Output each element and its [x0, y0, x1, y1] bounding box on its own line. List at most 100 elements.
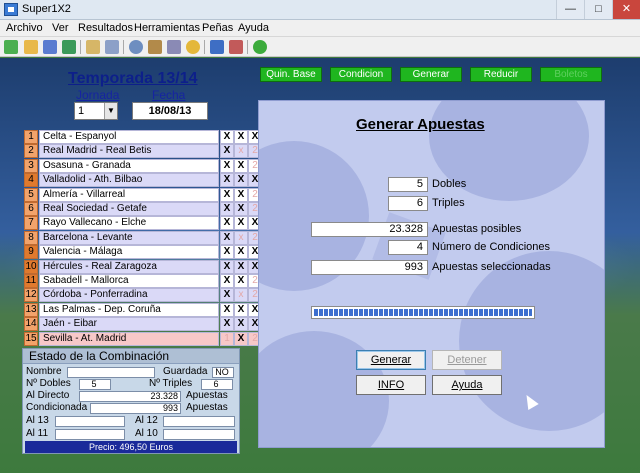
match-name: Sevilla - At. Madrid — [39, 331, 219, 346]
pick-1[interactable]: X — [220, 317, 234, 332]
pick-x[interactable]: X — [234, 245, 248, 260]
jornada-value: 1 — [78, 105, 85, 117]
match-number: 13 — [24, 302, 38, 317]
pick-x[interactable]: x — [234, 230, 248, 245]
pick-x[interactable]: X — [234, 173, 248, 188]
pick-1[interactable]: X — [220, 230, 234, 245]
match-number: 3 — [24, 158, 38, 173]
chart-icon[interactable] — [210, 40, 224, 54]
help-icon[interactable] — [253, 40, 267, 54]
pick-1[interactable]: X — [220, 302, 234, 317]
new-icon[interactable] — [4, 40, 18, 54]
table-row: 8 Barcelona - Levante Xx 2 — [24, 230, 262, 245]
match-name: Almería - Villarreal — [39, 187, 219, 202]
pick-x[interactable]: x — [234, 288, 248, 303]
pick-1[interactable]: X — [220, 202, 234, 216]
search-icon[interactable] — [105, 40, 119, 54]
app-icon — [4, 3, 18, 16]
detener-button[interactable]: Detener — [432, 350, 502, 370]
table-row: 4 Valladolid - Ath. Bilbao X X X — [24, 173, 262, 188]
pick-1[interactable]: X — [220, 259, 234, 274]
table-row: 7 Rayo Vallecano - Elche X X X — [24, 216, 262, 231]
match-number: 6 — [24, 202, 38, 216]
menu-ver[interactable]: Ver — [52, 22, 69, 34]
directo-field: 23.328 — [79, 391, 181, 402]
condicion-button[interactable]: Condicion — [330, 67, 392, 82]
save-icon[interactable] — [43, 40, 57, 54]
coins-icon[interactable] — [186, 40, 200, 54]
nombre-field[interactable] — [67, 367, 155, 378]
pick-x[interactable]: X — [234, 202, 248, 216]
minimize-button[interactable]: — — [556, 0, 584, 19]
al11-label: Al 11 — [26, 428, 49, 439]
pick-x[interactable]: X — [234, 302, 248, 317]
match-number: 11 — [24, 274, 38, 288]
menu-herramientas[interactable]: Herramientas — [134, 22, 200, 34]
menu-ayuda[interactable]: Ayuda — [238, 22, 269, 34]
generar-tab-button[interactable]: Generar — [400, 67, 462, 82]
pick-1[interactable]: X — [220, 144, 234, 159]
combination-panel: Estado de la Combinación Nombre Guardada… — [22, 348, 240, 454]
al11-field — [55, 429, 125, 440]
table-row: 1 Celta - Espanyol X X X — [24, 130, 262, 144]
open-icon[interactable] — [24, 40, 38, 54]
condiciones-label: Número de Condiciones — [432, 241, 551, 253]
list-icon[interactable] — [167, 40, 181, 54]
menu-penas[interactable]: Peñas — [202, 22, 233, 34]
window-title: Super1X2 — [22, 3, 71, 15]
toolbar-separator — [123, 40, 124, 54]
notes-icon[interactable] — [86, 40, 100, 54]
pick-1[interactable]: X — [220, 187, 234, 202]
pick-1[interactable]: X — [220, 288, 234, 303]
table-row: 11 Sabadell - Mallorca X X 2 — [24, 274, 262, 288]
ayuda-button[interactable]: Ayuda — [432, 375, 502, 395]
pick-1[interactable]: X — [220, 173, 234, 188]
match-name: Valencia - Málaga — [39, 245, 219, 260]
generar-button[interactable]: Generar — [356, 350, 426, 370]
pick-x[interactable]: X — [234, 187, 248, 202]
match-number: 7 — [24, 216, 38, 231]
table-row: 2 Real Madrid - Real Betis Xx 2 — [24, 144, 262, 159]
pick-x[interactable]: X — [234, 317, 248, 332]
pick-x[interactable]: X — [234, 158, 248, 173]
pick-1[interactable]: X — [220, 245, 234, 260]
jornada-select[interactable]: 1 ▼ — [74, 102, 118, 120]
fecha-label: Fecha — [152, 88, 186, 102]
condiciones-field: 4 — [388, 240, 428, 255]
pick-x[interactable]: X — [234, 259, 248, 274]
pick-1[interactable]: X — [220, 130, 234, 144]
pick-x[interactable]: x — [234, 144, 248, 159]
info-button-label: INFO — [377, 379, 405, 391]
export-icon[interactable] — [62, 40, 76, 54]
maximize-button[interactable]: □ — [584, 0, 612, 19]
printer-icon[interactable] — [229, 40, 243, 54]
pick-x[interactable]: X — [234, 216, 248, 231]
pick-1[interactable]: X — [220, 158, 234, 173]
pick-1[interactable]: 1 — [220, 331, 234, 346]
fecha-field[interactable]: 18/08/13 — [132, 102, 208, 120]
globe-icon[interactable] — [129, 40, 143, 54]
triples-label: Nº Triples — [149, 378, 193, 389]
boletos-button[interactable]: Boletos — [540, 67, 602, 82]
progress-bar — [311, 306, 535, 319]
generate-panel: Generar Apuestas 5 Dobles 6 Triples 23.3… — [258, 100, 605, 448]
edit-icon[interactable] — [148, 40, 162, 54]
close-button[interactable]: ✕ — [612, 0, 640, 19]
al10-field — [163, 429, 235, 440]
pick-x[interactable]: X — [234, 331, 248, 346]
table-row: 12 Córdoba - Ponferradina Xx 2 — [24, 288, 262, 303]
reducir-button[interactable]: Reducir — [470, 67, 532, 82]
chevron-down-icon[interactable]: ▼ — [104, 103, 117, 119]
menu-resultados[interactable]: Resultados — [78, 22, 133, 34]
menu-archivo[interactable]: Archivo — [6, 22, 43, 34]
pick-x[interactable]: X — [234, 274, 248, 288]
pick-x[interactable]: X — [234, 130, 248, 144]
match-name: Sabadell - Mallorca — [39, 274, 219, 288]
table-row: 6 Real Sociedad - Getafe X X 2 — [24, 202, 262, 216]
info-button[interactable]: INFO — [356, 375, 426, 395]
pick-1[interactable]: X — [220, 274, 234, 288]
generar-button-label: Generar — [370, 354, 412, 366]
quin-base-button[interactable]: Quin. Base — [260, 67, 322, 82]
al10-label: Al 10 — [135, 428, 158, 439]
pick-1[interactable]: X — [220, 216, 234, 231]
